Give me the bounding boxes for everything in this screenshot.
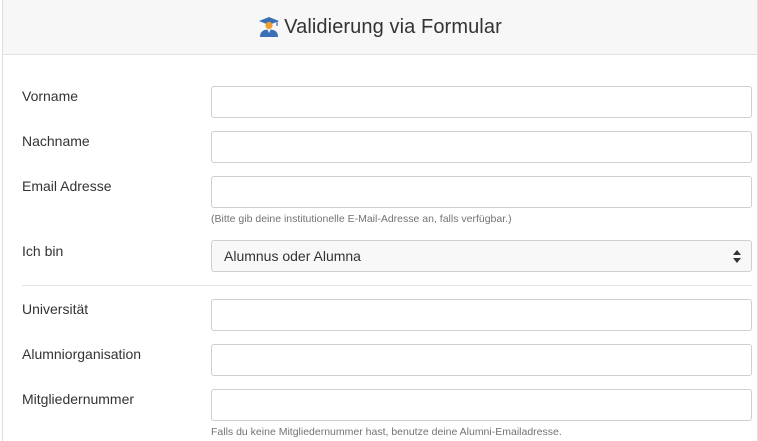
first-name-label: Vorname: [22, 88, 79, 104]
last-name-field[interactable]: [211, 131, 752, 163]
email-label: Email Adresse: [22, 178, 112, 194]
email-field[interactable]: [211, 176, 752, 208]
graduate-icon: [259, 17, 280, 37]
first-name-field[interactable]: [211, 86, 752, 118]
email-help-text: (Bitte gib deine institutionelle E-Mail-…: [211, 213, 512, 225]
role-label: Ich bin: [22, 243, 64, 259]
page-title: Validierung via Formular: [284, 15, 502, 38]
role-select-value: Alumnus oder Alumna: [224, 248, 361, 264]
panel-header: Validierung via Formular: [3, 0, 757, 55]
role-select[interactable]: Alumnus oder Alumna: [211, 240, 752, 272]
university-label: Universität: [22, 301, 89, 317]
alumni-org-field[interactable]: [211, 344, 752, 376]
last-name-label: Nachname: [22, 133, 90, 149]
university-field[interactable]: [211, 299, 752, 331]
member-number-label: Mitgliedernummer: [22, 391, 135, 407]
section-divider: [22, 285, 752, 286]
member-number-help-text: Falls du keine Mitgliedernummer hast, be…: [211, 426, 562, 438]
validation-form-panel: Validierung via Formular Vorname Nachnam…: [2, 0, 758, 441]
alumni-org-label: Alumniorganisation: [22, 346, 142, 362]
select-arrows-icon: [733, 250, 741, 263]
member-number-field[interactable]: [211, 389, 752, 421]
